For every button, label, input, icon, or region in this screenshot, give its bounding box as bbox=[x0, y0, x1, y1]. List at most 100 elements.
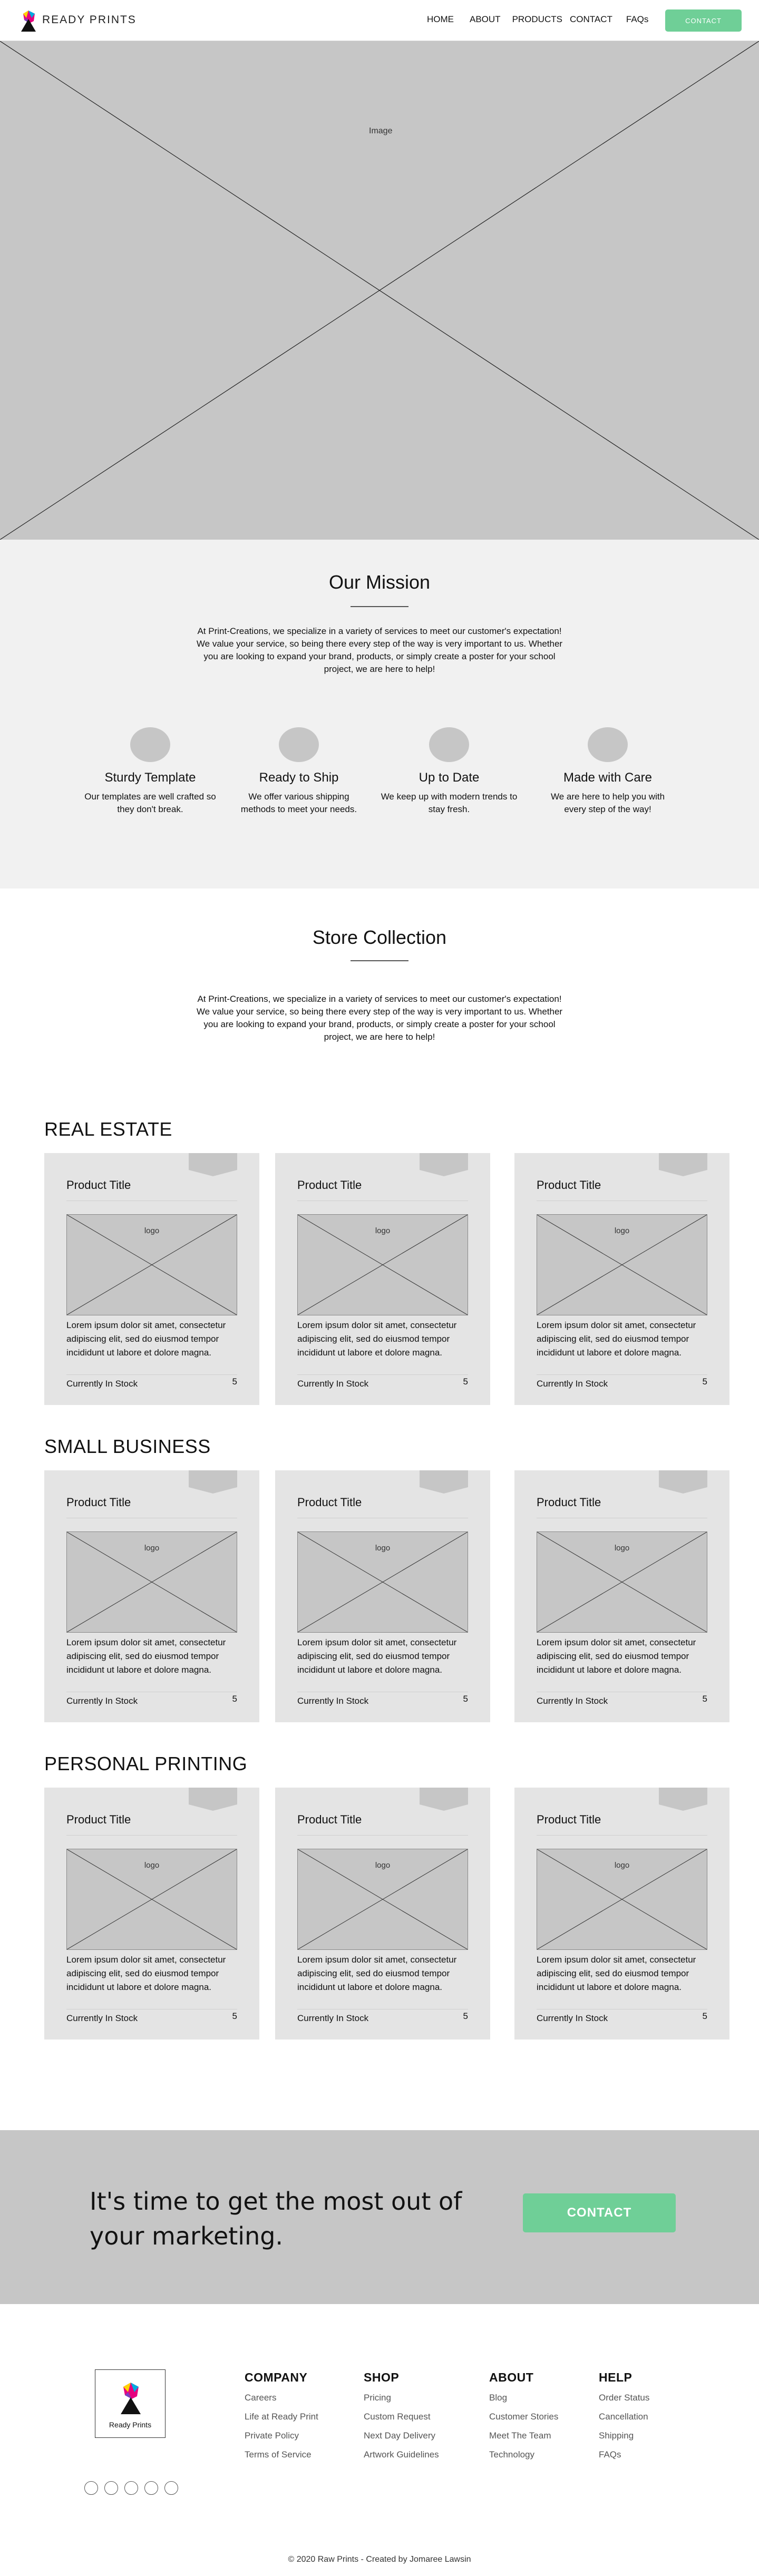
product-card[interactable]: Product Title logo Lorem ipsum dolor sit a… bbox=[275, 1470, 490, 1722]
mission-body: At Print-Creations, we specialize in a v… bbox=[196, 626, 563, 674]
cta-contact-button[interactable]: CONTACT bbox=[523, 2193, 676, 2232]
footer-link[interactable]: FAQs bbox=[599, 2449, 649, 2461]
footer-link[interactable]: Customer Stories bbox=[489, 2411, 558, 2423]
social-icon-1[interactable] bbox=[84, 2481, 98, 2495]
collection-title: Store Collection bbox=[312, 926, 447, 948]
product-title: Product Title bbox=[297, 1178, 362, 1192]
cta-heading: It's time to get the most out of your ma… bbox=[90, 2187, 462, 2250]
stock-status: Currently In Stock bbox=[297, 1379, 369, 1389]
nav-about[interactable]: ABOUT bbox=[470, 14, 501, 25]
feature-icon-placeholder bbox=[279, 727, 319, 762]
ready-prints-logo-icon bbox=[19, 7, 38, 33]
product-image-placeholder: logo bbox=[297, 1531, 468, 1633]
footer-link[interactable]: Custom Request bbox=[364, 2411, 439, 2423]
product-title: Product Title bbox=[66, 1813, 131, 1826]
stock-count: 5 bbox=[232, 1694, 237, 1704]
copyright: © 2020 Raw Prints - Created by Jomaree L… bbox=[288, 2555, 471, 2564]
product-title: Product Title bbox=[297, 1813, 362, 1826]
footer-logo[interactable]: Ready Prints bbox=[95, 2369, 166, 2438]
footer-link[interactable]: Artwork Guidelines bbox=[364, 2449, 439, 2461]
social-icon-4[interactable] bbox=[144, 2481, 158, 2495]
stock-count: 5 bbox=[463, 2011, 468, 2021]
stock-status: Currently In Stock bbox=[297, 1696, 369, 1706]
product-card[interactable]: Product Title logo Lorem ipsum dolor sit a… bbox=[44, 1470, 259, 1722]
social-icon-2[interactable] bbox=[104, 2481, 118, 2495]
feature-icon-placeholder bbox=[429, 727, 469, 762]
product-image-label: logo bbox=[144, 1226, 160, 1235]
product-image-label: logo bbox=[144, 1544, 160, 1553]
brand-name: READY PRINTS bbox=[42, 14, 137, 26]
feature-title: Up to Date bbox=[419, 770, 480, 785]
bookmark-tab-icon bbox=[659, 1153, 707, 1176]
footer-link[interactable]: Careers bbox=[245, 2392, 318, 2404]
category-title: PERSONAL PRINTING bbox=[44, 1753, 248, 1774]
product-card[interactable]: Product Title logo Lorem ipsum dolor sit a… bbox=[514, 1470, 729, 1722]
product-card[interactable]: Product Title logo Lorem ipsum dolor sit a… bbox=[514, 1788, 729, 2040]
product-image-placeholder: logo bbox=[537, 1849, 707, 1950]
footer-heading: ABOUT bbox=[489, 2370, 534, 2384]
feature-title: Made with Care bbox=[563, 770, 653, 785]
product-description: Lorem ipsum dolor sit amet, consectetur … bbox=[66, 1637, 226, 1675]
product-image-label: logo bbox=[375, 1861, 391, 1870]
product-image-placeholder: logo bbox=[537, 1214, 707, 1315]
footer-link[interactable]: Order Status bbox=[599, 2392, 649, 2404]
footer-col-about: ABOUT Blog Customer Stories Meet The Tea… bbox=[489, 2370, 558, 2461]
product-description: Lorem ipsum dolor sit amet, consectetur … bbox=[537, 1955, 696, 1992]
feature-text: We are here to help you with every step … bbox=[550, 792, 665, 814]
product-image-label: logo bbox=[375, 1544, 391, 1553]
mission-divider bbox=[351, 606, 408, 607]
product-card[interactable]: Product Title logo Lorem ipsum dolor sit a… bbox=[514, 1153, 729, 1405]
footer-link[interactable]: Meet The Team bbox=[489, 2430, 558, 2442]
feature-icon-placeholder bbox=[588, 727, 628, 762]
bookmark-tab-icon bbox=[189, 1470, 237, 1494]
card-divider bbox=[66, 1374, 237, 1375]
stock-count: 5 bbox=[702, 1377, 707, 1387]
footer-link[interactable]: Cancellation bbox=[599, 2411, 649, 2423]
product-card[interactable]: Product Title logo Lorem ipsum dolor sit a… bbox=[275, 1153, 490, 1405]
footer-heading: SHOP bbox=[364, 2370, 400, 2384]
product-card[interactable]: Product Title logo Lorem ipsum dolor sit a… bbox=[275, 1788, 490, 2040]
footer-link[interactable]: Terms of Service bbox=[245, 2449, 318, 2461]
footer-link[interactable]: Blog bbox=[489, 2392, 558, 2404]
card-divider bbox=[66, 1835, 237, 1836]
stock-status: Currently In Stock bbox=[537, 1379, 608, 1389]
stock-status: Currently In Stock bbox=[66, 1379, 138, 1389]
social-icon-5[interactable] bbox=[164, 2481, 178, 2495]
stock-status: Currently In Stock bbox=[537, 2013, 608, 2023]
feature-text: Our templates are well crafted so they d… bbox=[84, 792, 216, 814]
product-description: Lorem ipsum dolor sit amet, consectetur … bbox=[537, 1320, 696, 1358]
footer-link[interactable]: Life at Ready Print bbox=[245, 2411, 318, 2423]
footer-logo-icon bbox=[121, 2383, 141, 2414]
product-title: Product Title bbox=[537, 1178, 601, 1192]
bookmark-tab-icon bbox=[420, 1788, 468, 1811]
product-image-placeholder: logo bbox=[66, 1214, 237, 1315]
footer-link[interactable]: Shipping bbox=[599, 2430, 649, 2442]
nav-home[interactable]: HOME bbox=[427, 14, 454, 25]
product-image-placeholder: logo bbox=[297, 1849, 468, 1950]
brand-logo[interactable]: READY PRINTS bbox=[19, 7, 137, 33]
collection-divider bbox=[351, 960, 408, 961]
feature-icon-placeholder bbox=[130, 727, 170, 762]
product-title: Product Title bbox=[537, 1813, 601, 1826]
nav-products[interactable]: PRODUCTS bbox=[512, 14, 562, 25]
product-card[interactable]: Product Title logo Lorem ipsum dolor sit a… bbox=[44, 1153, 259, 1405]
product-card[interactable]: Product Title logo Lorem ipsum dolor sit a… bbox=[44, 1788, 259, 2040]
card-divider bbox=[537, 1835, 707, 1836]
footer-link[interactable]: Next Day Delivery bbox=[364, 2430, 439, 2442]
footer-link[interactable]: Pricing bbox=[364, 2392, 439, 2404]
product-description: Lorem ipsum dolor sit amet, consectetur … bbox=[297, 1637, 457, 1675]
footer-col-company: COMPANY Careers Life at Ready Print Priv… bbox=[245, 2370, 318, 2461]
stock-count: 5 bbox=[232, 1377, 237, 1387]
nav-faqs[interactable]: FAQs bbox=[626, 14, 649, 25]
footer-link[interactable]: Technology bbox=[489, 2449, 558, 2461]
footer-link[interactable]: Private Policy bbox=[245, 2430, 318, 2442]
bookmark-tab-icon bbox=[189, 1153, 237, 1176]
main-nav: HOME ABOUT PRODUCTS CONTACT FAQs bbox=[427, 14, 648, 25]
nav-contact[interactable]: CONTACT bbox=[570, 14, 612, 25]
header-contact-button[interactable]: CONTACT bbox=[665, 9, 742, 32]
feature-made-with-care: Made with Care We are here to help you w… bbox=[539, 727, 676, 816]
category-title: SMALL BUSINESS bbox=[44, 1436, 211, 1457]
product-description: Lorem ipsum dolor sit amet, consectetur … bbox=[297, 1320, 457, 1358]
social-links bbox=[84, 2481, 184, 2495]
social-icon-3[interactable] bbox=[124, 2481, 138, 2495]
